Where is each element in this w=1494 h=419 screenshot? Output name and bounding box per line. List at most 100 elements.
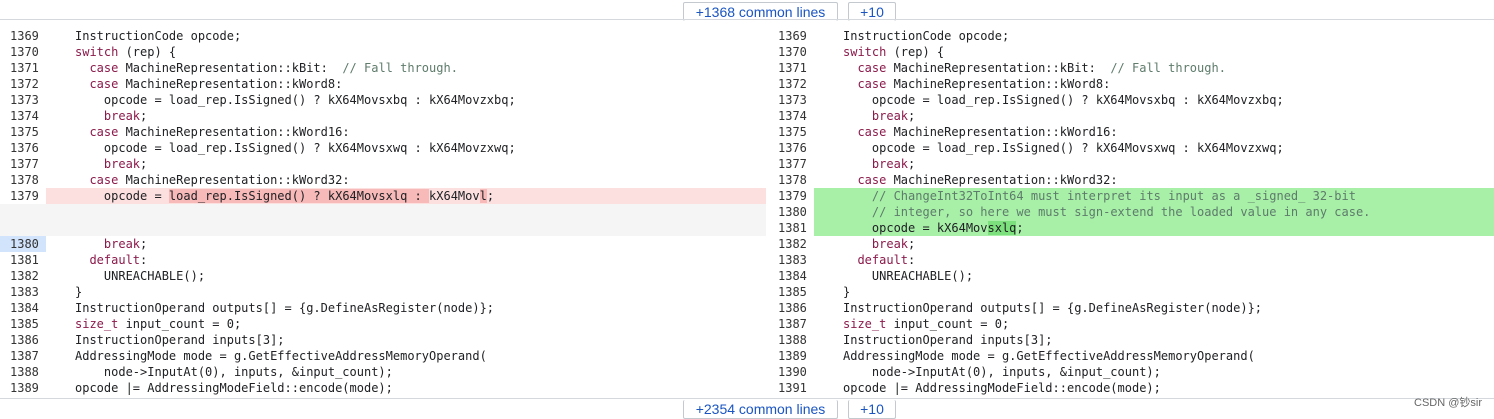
line-number[interactable]: 1373 <box>768 92 814 108</box>
line-number[interactable]: 1388 <box>0 364 46 380</box>
diff-line: 1390 node->InputAt(0), inputs, &input_co… <box>768 364 1494 380</box>
line-number[interactable]: 1388 <box>768 332 814 348</box>
line-number[interactable]: 1384 <box>0 300 46 316</box>
code-token: AddressingMode mode = g.GetEffectiveAddr… <box>843 349 1255 363</box>
line-number[interactable]: 1377 <box>768 156 814 172</box>
code-token: (rep) { <box>886 45 945 59</box>
code-keyword: break <box>103 157 141 171</box>
line-number[interactable]: 1381 <box>768 220 814 236</box>
code-token: InstructionOperand outputs[] = {g.Define… <box>843 301 1263 315</box>
code-keyword: case <box>857 173 887 187</box>
code-text: opcode = kX64Movsxlq; <box>814 220 1494 236</box>
line-number[interactable]: 1378 <box>0 172 46 188</box>
code-token: input_count = 0; <box>118 317 242 331</box>
code-token: MachineRepresentation::kBit: <box>118 61 343 75</box>
line-number[interactable]: 1380 <box>768 204 814 220</box>
code-text: opcode = load_rep.IsSigned() ? kX64Movsx… <box>46 188 766 204</box>
code-token: ; <box>140 109 148 123</box>
expand-common-lines-button[interactable]: +2354 common lines <box>683 400 838 419</box>
line-number[interactable]: 1384 <box>768 268 814 284</box>
line-number[interactable]: 1376 <box>768 140 814 156</box>
code-token: } <box>75 285 83 299</box>
line-number[interactable]: 1374 <box>768 108 814 124</box>
diff-line: 1375 case MachineRepresentation::kWord16… <box>0 124 766 140</box>
line-number[interactable]: 1375 <box>0 124 46 140</box>
code-text: case MachineRepresentation::kBit: // Fal… <box>46 60 766 76</box>
code-token: : <box>908 253 916 267</box>
line-number[interactable]: 1378 <box>768 172 814 188</box>
line-number[interactable]: 1372 <box>0 76 46 92</box>
line-number[interactable]: 1386 <box>0 332 46 348</box>
line-number[interactable] <box>0 204 46 236</box>
code-token: MachineRepresentation::kWord8: <box>886 77 1111 91</box>
code-token: : <box>140 253 148 267</box>
diff-line: 1371 case MachineRepresentation::kBit: /… <box>768 60 1494 76</box>
line-number[interactable]: 1371 <box>768 60 814 76</box>
code-token: MachineRepresentation::kWord32: <box>886 173 1118 187</box>
code-token: opcode |= AddressingModeField::encode(mo… <box>843 381 1161 395</box>
code-token: opcode = load_rep.IsSigned() ? kX64Movsx… <box>75 141 516 155</box>
diff-line: 1389 AddressingMode mode = g.GetEffective… <box>768 348 1494 364</box>
line-number[interactable]: 1376 <box>0 140 46 156</box>
code-token: opcode = load_rep.IsSigned() ? kX64Movsx… <box>843 141 1284 155</box>
changed-text: l <box>479 189 487 203</box>
diff-line: 1386 InstructionOperand inputs[3]; <box>0 332 766 348</box>
code-text: node->InputAt(0), inputs, &input_count); <box>46 364 766 380</box>
line-number[interactable]: 1370 <box>0 44 46 60</box>
line-number[interactable]: 1389 <box>0 380 46 396</box>
code-token: ; <box>486 189 495 203</box>
code-text: break; <box>814 156 1494 172</box>
expand-10-lines-button[interactable]: +10 <box>848 400 896 419</box>
line-number[interactable]: 1369 <box>0 28 46 44</box>
line-number[interactable]: 1386 <box>768 300 814 316</box>
code-token: ; <box>1016 221 1024 235</box>
line-number[interactable]: 1375 <box>768 124 814 140</box>
bottom-expand-bar: +2354 common lines +10 <box>0 398 1494 419</box>
code-text: case MachineRepresentation::kWord16: <box>46 124 766 140</box>
code-text: InstructionCode opcode; <box>814 28 1494 44</box>
expand-common-lines-button[interactable]: +1368 common lines <box>683 2 838 21</box>
code-text: case MachineRepresentation::kWord32: <box>46 172 766 188</box>
code-token: InstructionOperand inputs[3]; <box>843 333 1053 347</box>
line-number[interactable]: 1382 <box>768 236 814 252</box>
code-text: // ChangeInt32ToInt64 must interpret its… <box>814 188 1494 204</box>
code-token: UNREACHABLE(); <box>75 269 206 283</box>
line-number[interactable]: 1374 <box>0 108 46 124</box>
line-number[interactable]: 1373 <box>0 92 46 108</box>
line-number[interactable]: 1377 <box>0 156 46 172</box>
code-text: } <box>814 284 1494 300</box>
code-token: MachineRepresentation::kWord16: <box>118 125 350 139</box>
line-number[interactable]: 1369 <box>768 28 814 44</box>
code-token: input_count = 0; <box>886 317 1010 331</box>
line-number[interactable]: 1371 <box>0 60 46 76</box>
diff-line: 1383} <box>0 284 766 300</box>
line-number[interactable]: 1385 <box>768 284 814 300</box>
line-number[interactable]: 1381 <box>0 252 46 268</box>
line-number[interactable]: 1383 <box>768 252 814 268</box>
line-number[interactable]: 1379 <box>768 188 814 204</box>
code-text: InstructionOperand outputs[] = {g.Define… <box>46 300 766 316</box>
code-comment: // integer, so here we must sign-extend … <box>871 205 1371 219</box>
line-number[interactable]: 1391 <box>768 380 814 396</box>
line-number[interactable]: 1387 <box>768 316 814 332</box>
line-number[interactable]: 1382 <box>0 268 46 284</box>
line-number[interactable]: 1370 <box>768 44 814 60</box>
code-token: InstructionCode opcode; <box>75 29 242 43</box>
line-number[interactable]: 1390 <box>768 364 814 380</box>
line-number[interactable]: 1372 <box>768 76 814 92</box>
line-number[interactable]: 1387 <box>0 348 46 364</box>
line-number[interactable]: 1385 <box>0 316 46 332</box>
line-number[interactable]: 1379 <box>0 188 46 204</box>
code-keyword: case <box>89 173 119 187</box>
line-number[interactable]: 1383 <box>0 284 46 300</box>
code-token: opcode = <box>75 189 169 203</box>
line-number[interactable]: 1389 <box>768 348 814 364</box>
code-text: opcode |= AddressingModeField::encode(mo… <box>46 380 766 396</box>
diff-line: 1369 InstructionCode opcode; <box>0 28 766 44</box>
expand-10-lines-button[interactable]: +10 <box>848 2 896 21</box>
line-number[interactable]: 1380 <box>0 236 46 252</box>
